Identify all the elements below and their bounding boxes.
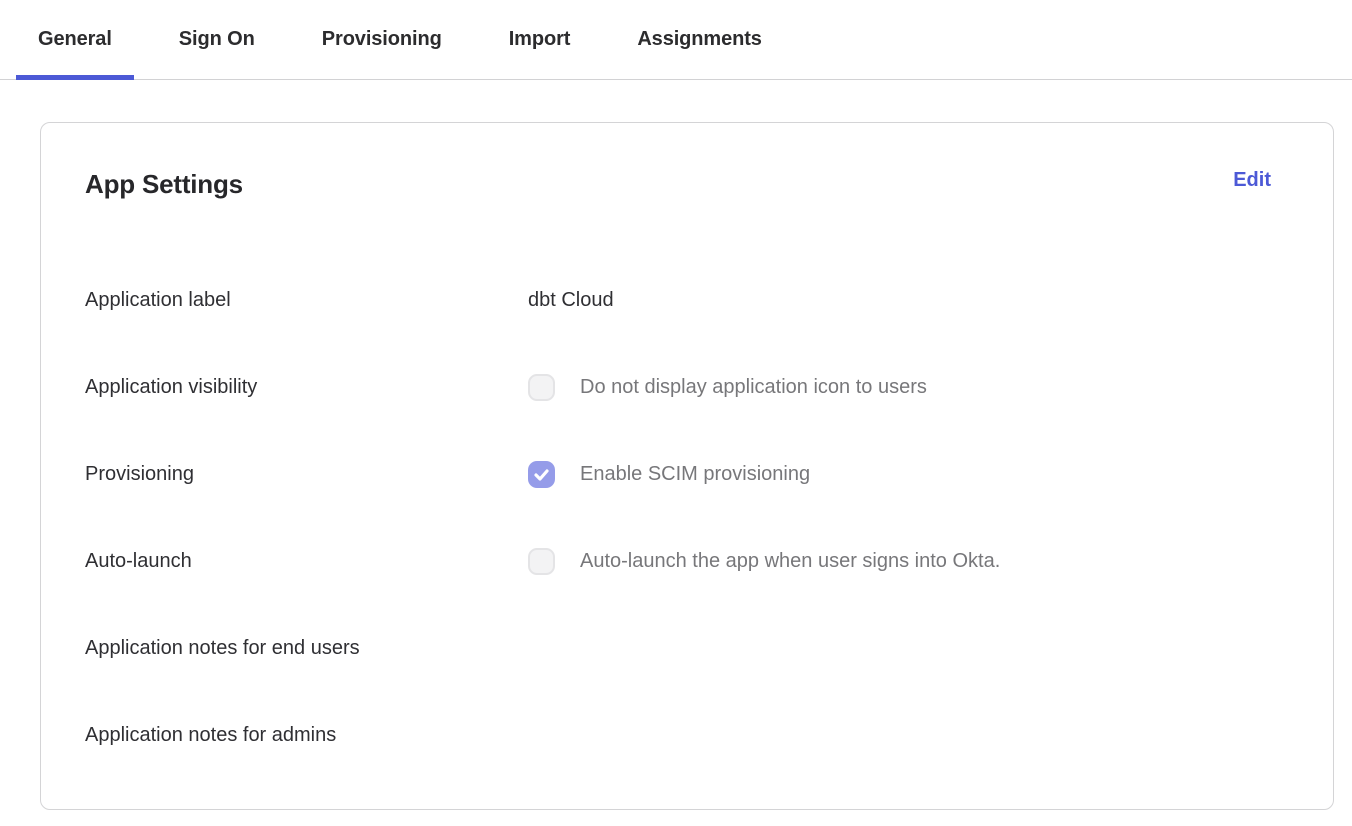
field-label: Application label [85, 289, 528, 312]
panel-header: App Settings Edit [41, 123, 1333, 200]
tab-import[interactable]: Import [487, 0, 593, 79]
auto-launch-checkbox[interactable] [528, 548, 555, 575]
provisioning-check-field: Enable SCIM provisioning [528, 461, 1289, 488]
checkbox-label: Enable SCIM provisioning [580, 463, 810, 486]
field-label: Auto-launch [85, 550, 528, 573]
tab-general[interactable]: General [16, 0, 134, 79]
field-label: Application notes for end users [85, 637, 528, 660]
visibility-check-field: Do not display application icon to users [528, 374, 1289, 401]
field-value: dbt Cloud [528, 289, 1289, 312]
app-settings-panel: App Settings Edit Application label dbt … [40, 122, 1334, 810]
field-label: Application notes for admins [85, 724, 528, 747]
row-provisioning: Provisioning Enable SCIM provisioning [41, 431, 1333, 518]
row-auto-launch: Auto-launch Auto-launch the app when use… [41, 518, 1333, 605]
tab-bar: General Sign On Provisioning Import Assi… [0, 0, 1352, 80]
checkbox-label: Do not display application icon to users [580, 376, 927, 399]
check-icon [534, 469, 549, 481]
settings-rows: Application label dbt Cloud Application … [41, 257, 1333, 779]
row-notes-end-users: Application notes for end users [41, 605, 1333, 692]
scim-provisioning-checkbox[interactable] [528, 461, 555, 488]
field-label: Application visibility [85, 376, 528, 399]
auto-launch-check-field: Auto-launch the app when user signs into… [528, 548, 1289, 575]
panel-title: App Settings [85, 169, 243, 200]
tab-sign-on[interactable]: Sign On [157, 0, 277, 79]
field-label: Provisioning [85, 463, 528, 486]
row-notes-admins: Application notes for admins [41, 692, 1333, 779]
tab-assignments[interactable]: Assignments [615, 0, 784, 79]
row-application-label: Application label dbt Cloud [41, 257, 1333, 344]
visibility-checkbox[interactable] [528, 374, 555, 401]
row-application-visibility: Application visibility Do not display ap… [41, 344, 1333, 431]
edit-link[interactable]: Edit [1233, 169, 1271, 192]
checkbox-label: Auto-launch the app when user signs into… [580, 550, 1000, 573]
tab-provisioning[interactable]: Provisioning [300, 0, 464, 79]
